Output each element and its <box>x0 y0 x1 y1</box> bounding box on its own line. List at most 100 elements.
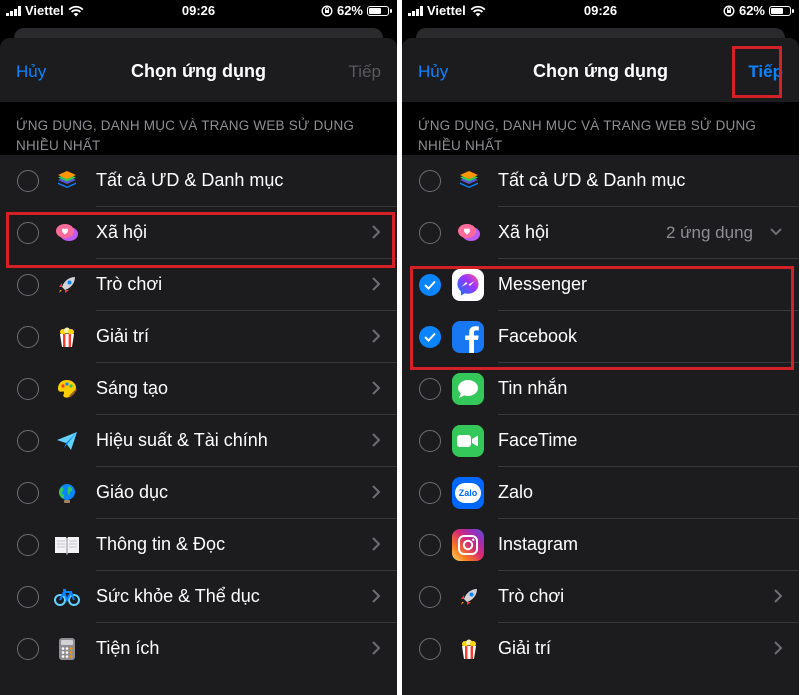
list-item-social[interactable]: Xã hội 2 ứng dụng <box>402 207 799 259</box>
checkmark-icon <box>424 280 436 290</box>
zalo-icon-text: Zalo <box>455 483 481 503</box>
chevron-right-icon <box>372 277 381 291</box>
rotation-lock-icon <box>321 4 333 17</box>
globe-icon <box>53 479 81 507</box>
list-item-label: FaceTime <box>498 430 578 450</box>
list-item-games[interactable]: Trò chơi <box>0 259 397 311</box>
list-item-label: Giải trí <box>498 638 552 658</box>
page-title: Chọn ứng dụng <box>131 61 266 81</box>
radio-button[interactable] <box>17 378 39 400</box>
chevron-right-icon <box>372 641 381 655</box>
chevron-right-icon <box>774 589 783 603</box>
chevron-right-icon <box>372 589 381 603</box>
facetime-icon <box>452 425 484 457</box>
radio-button[interactable] <box>419 534 441 556</box>
list-item-entertainment[interactable]: Giải trí <box>402 623 799 675</box>
page-title: Chọn ứng dụng <box>533 61 668 81</box>
chevron-right-icon <box>372 537 381 551</box>
chevron-right-icon <box>372 485 381 499</box>
stack-layers-icon <box>455 167 483 195</box>
radio-button[interactable] <box>17 430 39 452</box>
radio-button[interactable] <box>17 638 39 660</box>
list-item-label: Trò chơi <box>96 274 163 294</box>
radio-button[interactable] <box>419 170 441 192</box>
popcorn-icon <box>53 323 81 351</box>
radio-button[interactable] <box>17 482 39 504</box>
list-item-messages[interactable]: Tin nhắn <box>402 363 799 415</box>
palette-icon <box>53 375 81 403</box>
list-item-creativity[interactable]: Sáng tạo <box>0 363 397 415</box>
battery-percent: 62% <box>738 3 765 18</box>
list-item-label: Tất cả ƯD & Danh mục <box>96 170 284 190</box>
radio-button[interactable] <box>17 586 39 608</box>
list-item-facebook[interactable]: Facebook <box>402 311 799 363</box>
list-item-label: Sáng tạo <box>96 378 169 398</box>
battery-icon <box>769 5 794 16</box>
chevron-right-icon <box>372 381 381 395</box>
list-item-education[interactable]: Giáo dục <box>0 467 397 519</box>
bicycle-icon <box>53 583 81 611</box>
radio-button[interactable] <box>419 638 441 660</box>
list-item-zalo[interactable]: Zalo Zalo <box>402 467 799 519</box>
app-list: Tất cả ƯD & Danh mục Xã hội 2 ứng dụng M… <box>402 155 799 675</box>
radio-button-checked[interactable] <box>419 326 441 348</box>
battery-percent: 62% <box>336 3 363 18</box>
list-item-information-reading[interactable]: Thông tin & Đọc <box>0 519 397 571</box>
status-right: 62% <box>723 3 794 18</box>
list-item-facetime[interactable]: FaceTime <box>402 415 799 467</box>
list-item-utilities[interactable]: Tiện ích <box>0 623 397 675</box>
next-button[interactable]: Tiếp <box>349 62 381 82</box>
popcorn-icon <box>455 635 483 663</box>
app-picker-sheet: Hủy Chọn ứng dụng Tiếp ỨNG DỤNG, DANH MỤ… <box>0 38 397 695</box>
chevron-right-icon <box>372 329 381 343</box>
radio-button[interactable] <box>17 534 39 556</box>
book-icon <box>53 531 81 559</box>
messenger-icon <box>452 269 484 301</box>
list-item-games[interactable]: Trò chơi <box>402 571 799 623</box>
list-item-label: Xã hội <box>498 222 550 242</box>
list-item-instagram[interactable]: Instagram <box>402 519 799 571</box>
list-item-productivity-finance[interactable]: Hiệu suất & Tài chính <box>0 415 397 467</box>
radio-button[interactable] <box>17 222 39 244</box>
status-right: 62% <box>321 3 392 18</box>
rotation-lock-icon <box>723 4 735 17</box>
next-button[interactable]: Tiếp <box>748 62 783 82</box>
app-count-detail: 2 ứng dụng <box>665 223 753 242</box>
radio-button[interactable] <box>17 274 39 296</box>
list-item-all-apps[interactable]: Tất cả ƯD & Danh mục <box>0 155 397 207</box>
zalo-icon: Zalo <box>452 477 484 509</box>
status-bar: Viettel 09:26 62% <box>0 0 397 22</box>
app-picker-sheet: Hủy Chọn ứng dụng Tiếp ỨNG DỤNG, DANH MỤ… <box>402 38 799 695</box>
radio-button[interactable] <box>17 326 39 348</box>
social-chat-icon <box>455 219 483 247</box>
radio-button[interactable] <box>419 430 441 452</box>
rocket-icon <box>53 271 81 299</box>
list-item-label: Instagram <box>498 534 579 554</box>
list-item-label: Tất cả ƯD & Danh mục <box>498 170 686 190</box>
list-item-health-fitness[interactable]: Sức khỏe & Thể dục <box>0 571 397 623</box>
list-item-label: Trò chơi <box>498 586 565 606</box>
right-phone-screen: Viettel 09:26 62% Hủy Chọn ứng dụng Tiếp… <box>402 0 799 695</box>
screenshot-composite: Viettel 09:26 62% Hủy Chọn ứng dụng Tiếp… <box>0 0 800 695</box>
left-phone-screen: Viettel 09:26 62% Hủy Chọn ứng dụng Tiếp… <box>0 0 397 695</box>
list-item-all-apps[interactable]: Tất cả ƯD & Danh mục <box>402 155 799 207</box>
list-item-entertainment[interactable]: Giải trí <box>0 311 397 363</box>
section-header: ỨNG DỤNG, DANH MỤC VÀ TRANG WEB SỬ DỤNG … <box>402 102 799 155</box>
nav-bar: Hủy Chọn ứng dụng Tiếp <box>0 38 397 102</box>
list-item-social[interactable]: Xã hội <box>0 207 397 259</box>
radio-button[interactable] <box>17 170 39 192</box>
list-item-label: Xã hội <box>96 222 148 242</box>
section-header: ỨNG DỤNG, DANH MỤC VÀ TRANG WEB SỬ DỤNG … <box>0 102 397 155</box>
list-item-label: Giải trí <box>96 326 150 346</box>
radio-button[interactable] <box>419 222 441 244</box>
chevron-down-icon[interactable] <box>769 227 783 237</box>
list-item-messenger[interactable]: Messenger <box>402 259 799 311</box>
instagram-icon <box>452 529 484 561</box>
radio-button[interactable] <box>419 586 441 608</box>
chevron-right-icon <box>372 225 381 239</box>
radio-button[interactable] <box>419 482 441 504</box>
calculator-icon <box>53 635 81 663</box>
list-item-label: Messenger <box>498 274 588 294</box>
radio-button-checked[interactable] <box>419 274 441 296</box>
radio-button[interactable] <box>419 378 441 400</box>
